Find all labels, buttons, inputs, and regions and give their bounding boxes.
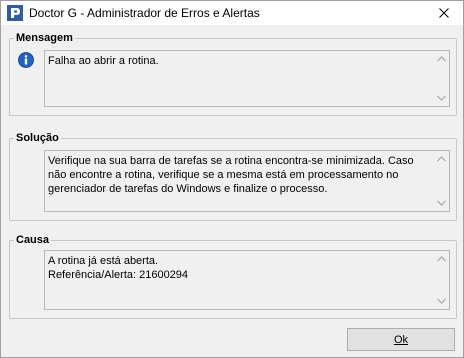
solucao-textbox[interactable]: Verifique na sua barra de tarefas se a r…: [44, 150, 450, 212]
causa-label: Causa: [14, 233, 52, 247]
chevron-down-icon: [436, 95, 446, 101]
chevron-up-icon: [436, 156, 446, 162]
chevron-down-icon: [436, 298, 446, 304]
window-title: Doctor G - Administrador de Erros e Aler…: [29, 6, 260, 20]
chevron-down-icon: [436, 200, 446, 206]
mensagem-textbox[interactable]: Falha ao abrir a rotina.: [44, 50, 450, 107]
causa-group: Causa A rotina já está aberta. Referênci…: [9, 233, 457, 319]
scroll-down-button[interactable]: [433, 195, 449, 211]
close-button[interactable]: [433, 3, 455, 23]
solucao-label: Solução: [14, 131, 61, 145]
mensagem-group: Mensagem Falha ao abrir a rotina.: [9, 31, 457, 116]
solucao-group: Solução Verifique na sua barra de tarefa…: [9, 131, 457, 221]
scroll-up-button[interactable]: [433, 151, 449, 167]
solucao-text: Verifique na sua barra de tarefas se a r…: [48, 155, 417, 195]
scroll-up-button[interactable]: [433, 51, 449, 67]
mensagem-scrollbar[interactable]: [433, 51, 449, 106]
causa-scrollbar[interactable]: [433, 251, 449, 309]
solucao-scrollbar[interactable]: [433, 151, 449, 211]
mensagem-label: Mensagem: [14, 31, 75, 45]
causa-text: A rotina já está aberta. Referência/Aler…: [48, 255, 189, 281]
chevron-up-icon: [436, 56, 446, 62]
scroll-up-button[interactable]: [433, 251, 449, 267]
causa-textbox[interactable]: A rotina já está aberta. Referência/Aler…: [44, 250, 450, 310]
scroll-down-button[interactable]: [433, 293, 449, 309]
app-logo-icon: [7, 5, 23, 21]
close-icon: [439, 8, 449, 18]
chevron-up-icon: [436, 256, 446, 262]
info-icon: [18, 52, 34, 68]
mensagem-text: Falha ao abrir a rotina.: [48, 55, 159, 67]
title-bar[interactable]: Doctor G - Administrador de Erros e Aler…: [1, 1, 463, 25]
ok-button-label: Ok: [393, 333, 409, 346]
scroll-down-button[interactable]: [433, 90, 449, 106]
dialog-window: Doctor G - Administrador de Erros e Aler…: [0, 0, 464, 358]
ok-button[interactable]: Ok: [347, 328, 455, 351]
